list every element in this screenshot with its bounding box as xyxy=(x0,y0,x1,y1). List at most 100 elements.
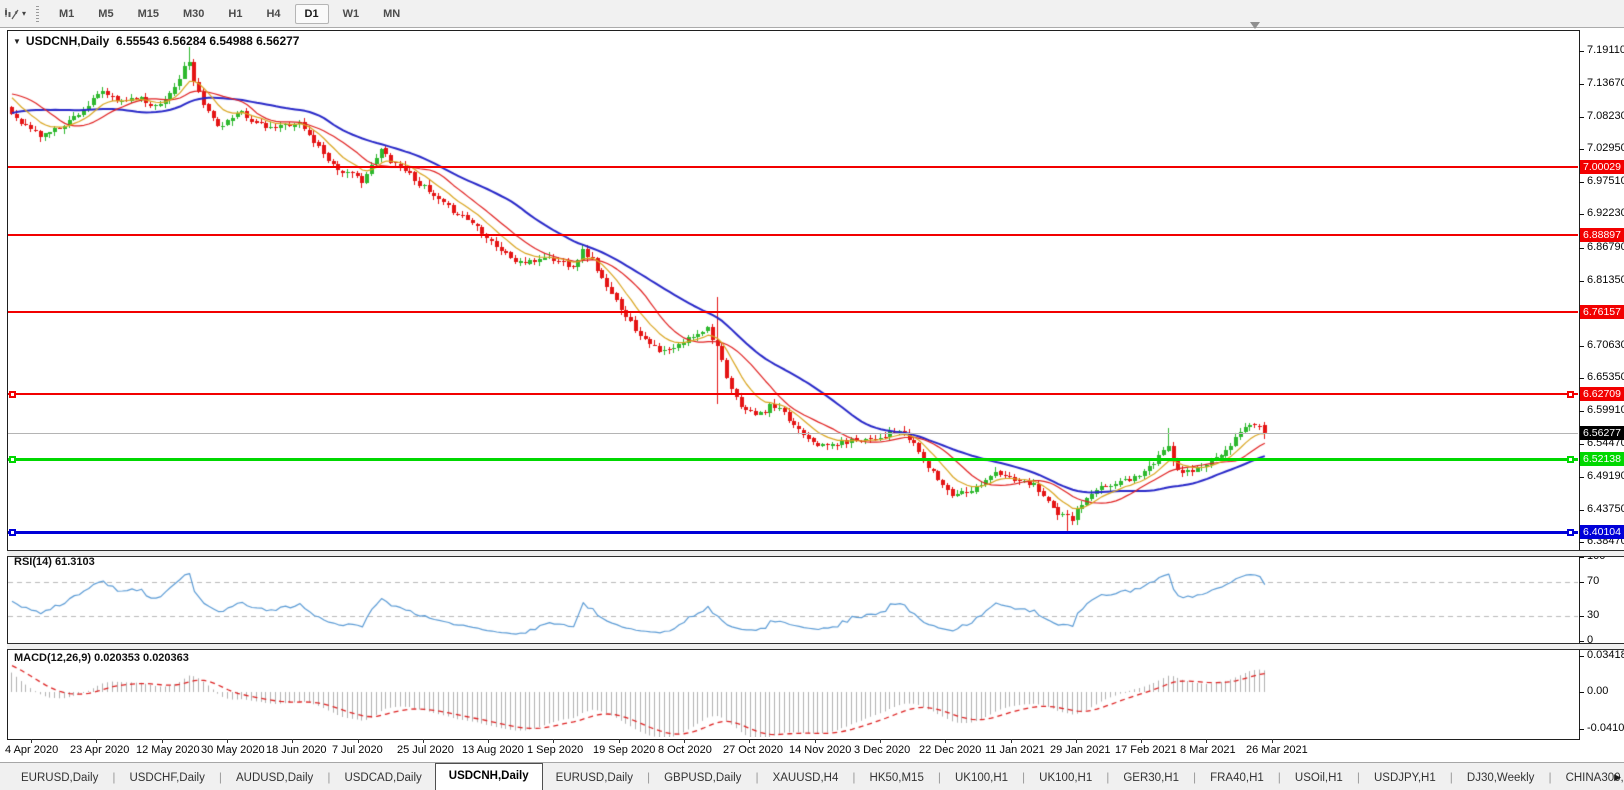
price-axis-label: 7.08230 xyxy=(1587,110,1624,122)
date-axis-tick xyxy=(553,739,554,743)
chart-tab-usoil-h1[interactable]: USOil,H1 xyxy=(1282,767,1356,790)
timeframe-button-w1[interactable]: W1 xyxy=(333,4,370,24)
timeframe-button-m5[interactable]: M5 xyxy=(88,4,123,24)
price-chart-canvas[interactable] xyxy=(8,31,1578,550)
timeframe-button-h1[interactable]: H1 xyxy=(218,4,252,24)
date-axis-label: 26 Mar 2021 xyxy=(1246,744,1308,756)
horizontal-level-line-6.76157[interactable] xyxy=(8,311,1578,313)
price-axis-tick xyxy=(1579,510,1584,511)
tab-scroll-right-icon[interactable]: ▶ xyxy=(1614,772,1621,783)
date-axis-label: 19 Sep 2020 xyxy=(593,744,656,756)
chart-tab-usdchf-daily[interactable]: USDCHF,Daily xyxy=(116,767,217,790)
rsi-macd-pane-divider[interactable] xyxy=(7,643,1624,650)
price-level-badge-6.40104: 6.40104 xyxy=(1580,525,1624,539)
date-axis-label: 27 Oct 2020 xyxy=(723,744,783,756)
date-axis-label: 8 Oct 2020 xyxy=(658,744,712,756)
chart-tab-dj30-weekly[interactable]: DJ30,Weekly xyxy=(1454,767,1548,790)
rsi-pane-label: RSI(14) 61.3103 xyxy=(14,556,95,568)
date-axis-label: 3 Dec 2020 xyxy=(854,744,911,756)
title-dropdown-icon[interactable]: ▼ xyxy=(13,37,21,46)
price-axis-tick xyxy=(1579,248,1584,249)
date-axis-tick xyxy=(945,739,946,743)
chevron-down-icon[interactable]: ▾ xyxy=(22,9,26,18)
date-axis-tick xyxy=(227,739,228,743)
price-axis-tick xyxy=(1579,214,1584,215)
rsi-axis-tick xyxy=(1579,641,1584,642)
horizontal-level-line-7.00029[interactable] xyxy=(8,166,1578,168)
timeframe-button-m30[interactable]: M30 xyxy=(173,4,214,24)
timeframe-toolbar: ▾ M1 M5 M15 M30 H1 H4 D1 W1 MN xyxy=(0,0,1624,28)
date-axis-label: 18 Jun 2020 xyxy=(266,744,327,756)
timeframe-button-m15[interactable]: M15 xyxy=(128,4,169,24)
chart-tab-eurusd-daily[interactable]: EURUSD,Daily xyxy=(543,767,646,790)
chart-ohlc-values: 6.55543 6.56284 6.54988 6.56277 xyxy=(115,34,300,48)
line-left-handle-6.62709[interactable] xyxy=(9,391,16,398)
chart-tab-bar: EURUSD,Daily | USDCHF,Daily | AUDUSD,Daily | U… xyxy=(0,762,1624,790)
date-axis-tick xyxy=(162,739,163,743)
price-axis-tick xyxy=(1579,51,1584,52)
macd-axis-label: -0.041095 xyxy=(1587,722,1624,734)
price-axis-label: 6.43750 xyxy=(1587,503,1624,515)
date-axis-tick xyxy=(1141,739,1142,743)
macd-axis-label: 0.034184 xyxy=(1587,649,1624,661)
price-axis-tick xyxy=(1579,84,1584,85)
macd-axis-tick xyxy=(1579,656,1584,657)
date-axis-label: 4 Apr 2020 xyxy=(5,744,59,756)
rsi-indicator-canvas[interactable] xyxy=(8,556,1578,642)
chart-tab-uk100-h1[interactable]: UK100,H1 xyxy=(942,767,1021,790)
line-right-handle-6.40104[interactable] xyxy=(1567,529,1574,536)
horizontal-level-line-6.40104[interactable] xyxy=(8,531,1578,534)
date-axis-label: 13 Aug 2020 xyxy=(462,744,524,756)
chart-tab-usdcnh-daily[interactable]: USDCNH,Daily xyxy=(434,763,543,790)
price-axis-tick xyxy=(1579,444,1584,445)
horizontal-level-line-6.62709[interactable] xyxy=(8,393,1578,395)
timeframe-button-mn[interactable]: MN xyxy=(373,4,410,24)
price-axis-tick xyxy=(1579,411,1584,412)
macd-axis-tick xyxy=(1579,692,1584,693)
rsi-axis-tick xyxy=(1579,616,1584,617)
toolbar-grip-handle[interactable] xyxy=(36,5,40,22)
chart-tab-fra40-h1[interactable]: FRA40,H1 xyxy=(1197,767,1277,790)
macd-indicator-canvas[interactable] xyxy=(8,649,1578,737)
chart-tab-gbpusd-daily[interactable]: GBPUSD,Daily xyxy=(651,767,754,790)
chart-tab-audusd-daily[interactable]: AUDUSD,Daily xyxy=(223,767,326,790)
price-axis-label: 6.92230 xyxy=(1587,207,1624,219)
price-rsi-pane-divider[interactable] xyxy=(7,550,1624,557)
chart-tab-usdjpy-h1[interactable]: USDJPY,H1 xyxy=(1361,767,1449,790)
line-left-handle-6.40104[interactable] xyxy=(9,529,16,536)
date-axis-label: 29 Jan 2021 xyxy=(1050,744,1111,756)
chart-shift-marker[interactable] xyxy=(1250,22,1260,29)
chart-tab-usdcad-daily[interactable]: USDCAD,Daily xyxy=(331,767,434,790)
chart-tab-ger30-h1[interactable]: GER30,H1 xyxy=(1110,767,1192,790)
line-right-handle-6.52138[interactable] xyxy=(1567,456,1574,463)
macd-axis-tick xyxy=(1579,729,1584,730)
price-level-badge-6.88897: 6.88897 xyxy=(1580,228,1624,242)
date-axis-tick xyxy=(31,739,32,743)
horizontal-level-line-6.88897[interactable] xyxy=(8,234,1578,236)
chart-tab-uk100-h1[interactable]: UK100,H1 xyxy=(1026,767,1105,790)
line-right-handle-6.62709[interactable] xyxy=(1567,391,1574,398)
price-axis-label: 7.02950 xyxy=(1587,142,1624,154)
timeframe-button-m1[interactable]: M1 xyxy=(49,4,84,24)
price-axis-label: 6.70630 xyxy=(1587,339,1624,351)
date-axis-label: 8 Mar 2021 xyxy=(1180,744,1236,756)
price-axis-label: 6.86790 xyxy=(1587,241,1624,253)
chart-tab-eurusd-daily[interactable]: EURUSD,Daily xyxy=(8,767,111,790)
chart-cursor-icon[interactable] xyxy=(4,7,20,21)
date-axis-label: 25 Jul 2020 xyxy=(397,744,454,756)
chart-tab-hk50-m15[interactable]: HK50,M15 xyxy=(857,767,937,790)
chart-tab-xauusd-h4[interactable]: XAUUSD,H4 xyxy=(760,767,852,790)
timeframe-button-d1[interactable]: D1 xyxy=(294,3,329,24)
horizontal-level-line-6.52138[interactable] xyxy=(8,458,1578,461)
chart-title: ▼ USDCNH,Daily 6.55543 6.56284 6.54988 6.… xyxy=(13,34,299,48)
date-axis-tick xyxy=(1011,739,1012,743)
price-axis-label: 7.19110 xyxy=(1587,44,1624,56)
macd-pane-label: MACD(12,26,9) 0.020353 0.020363 xyxy=(14,652,189,664)
rsi-axis-tick xyxy=(1579,582,1584,583)
rsi-axis-label: 30 xyxy=(1587,609,1600,621)
line-left-handle-6.52138[interactable] xyxy=(9,456,16,463)
price-axis-label: 7.13670 xyxy=(1587,77,1624,89)
date-axis-tick xyxy=(1076,739,1077,743)
date-axis-tick xyxy=(358,739,359,743)
timeframe-button-h4[interactable]: H4 xyxy=(256,4,290,24)
